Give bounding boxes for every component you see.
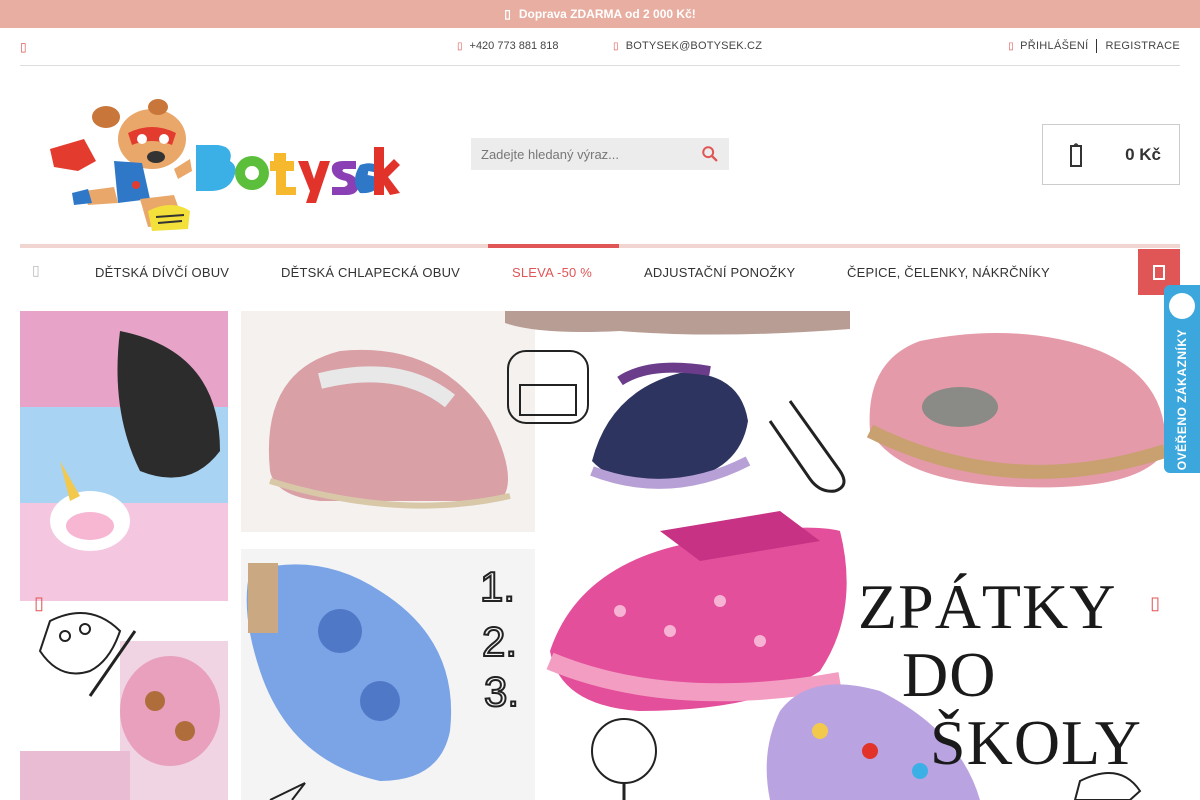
nav-item-boys-shoes[interactable]: DĚTSKÁ CHLAPECKÁ OBUV bbox=[281, 265, 460, 280]
hero-title-line-3: ŠKOLY bbox=[930, 707, 1142, 778]
hero-banner[interactable]: 1. 2. 3. ZPÁTKY DO ŠKOLY ▯ ▯ bbox=[20, 311, 1180, 800]
verified-customers-badge[interactable]: OVĚŘENO ZÁKAZNÍKY bbox=[1164, 285, 1200, 473]
phone-icon: ▯ bbox=[457, 40, 463, 52]
heureka-seal-icon bbox=[1169, 293, 1195, 319]
svg-text:1.: 1. bbox=[480, 563, 515, 610]
hero-title: ZPÁTKY DO ŠKOLY bbox=[858, 573, 1142, 777]
hero-title-line-1: ZPÁTKY bbox=[858, 571, 1117, 642]
verified-badge-text: OVĚŘENO ZÁKAZNÍKY bbox=[1175, 329, 1189, 471]
botysek-logo[interactable] bbox=[44, 99, 400, 235]
main-navigation: ▯ DĚTSKÁ DÍVČÍ OBUV DĚTSKÁ CHLAPECKÁ OBU… bbox=[20, 244, 1180, 295]
facebook-icon[interactable]: ▯ bbox=[20, 40, 27, 54]
login-link[interactable]: PŘIHLÁŠENÍ bbox=[1020, 40, 1088, 52]
promo-text: Doprava ZDARMA od 2 000 Kč! bbox=[518, 7, 696, 21]
nav-item-socks[interactable]: ADJUSTAČNÍ PONOŽKY bbox=[644, 265, 795, 280]
auth-divider bbox=[1096, 39, 1098, 53]
search-input[interactable] bbox=[481, 146, 701, 162]
cart-total[interactable]: 0 Kč bbox=[1125, 145, 1161, 165]
cart-button[interactable]: 0 Kč bbox=[1042, 124, 1180, 185]
mail-icon: ▯ bbox=[613, 40, 619, 52]
shopping-bag-icon bbox=[1070, 142, 1082, 167]
email-contact[interactable]: ▯ BOTYSEK@BOTYSEK.CZ bbox=[613, 40, 762, 52]
svg-text:2.: 2. bbox=[482, 618, 517, 665]
register-link[interactable]: REGISTRACE bbox=[1105, 40, 1180, 52]
slider-next-icon[interactable]: ▯ bbox=[1150, 593, 1160, 614]
slider-prev-icon[interactable]: ▯ bbox=[34, 593, 44, 614]
phone-contact[interactable]: ▯ +420 773 881 818 bbox=[457, 40, 559, 52]
nav-item-sale[interactable]: SLEVA -50 % bbox=[512, 265, 592, 280]
active-indicator bbox=[488, 244, 619, 248]
phone-number[interactable]: +420 773 881 818 bbox=[470, 40, 559, 52]
auth-links: ▯ PŘIHLÁŠENÍ REGISTRACE bbox=[1008, 39, 1180, 53]
promo-bar: ▯ Doprava ZDARMA od 2 000 Kč! bbox=[0, 0, 1200, 28]
nav-item-hats[interactable]: ČEPICE, ČELENKY, NÁKRČNÍKY bbox=[847, 265, 1050, 280]
email-address[interactable]: BOTYSEK@BOTYSEK.CZ bbox=[626, 40, 762, 52]
svg-text:3.: 3. bbox=[484, 668, 519, 715]
user-icon: ▯ bbox=[1008, 40, 1015, 52]
hero-title-line-2: DO bbox=[902, 639, 997, 710]
top-info-bar: ▯ ▯ +420 773 881 818 ▯ BOTYSEK@BOTYSEK.C… bbox=[20, 28, 1180, 66]
site-header: 0 Kč bbox=[0, 66, 1200, 244]
search-icon[interactable] bbox=[701, 145, 719, 163]
truck-icon: ▯ bbox=[504, 7, 511, 21]
search-toggle-icon bbox=[1153, 265, 1165, 280]
home-icon[interactable]: ▯ bbox=[32, 262, 40, 279]
search-box[interactable] bbox=[471, 138, 729, 170]
nav-item-girls-shoes[interactable]: DĚTSKÁ DÍVČÍ OBUV bbox=[95, 265, 229, 280]
